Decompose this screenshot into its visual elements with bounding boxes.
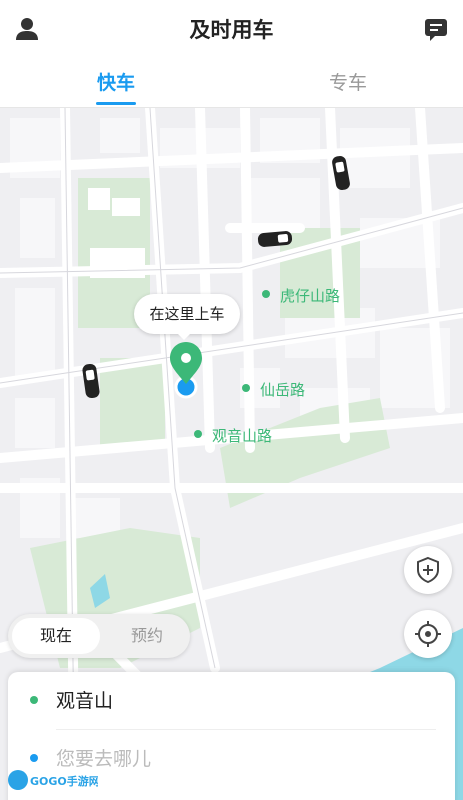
watermark-logo: GOGO手游网 [6, 766, 100, 794]
safety-shield-button[interactable] [404, 546, 452, 594]
time-book-option[interactable]: 预约 [104, 618, 190, 654]
start-address: 观音山 [56, 690, 114, 712]
destination-dot-icon [30, 754, 38, 762]
locate-button[interactable] [404, 610, 452, 658]
time-now-option[interactable]: 现在 [12, 618, 100, 654]
start-address-row[interactable]: 观音山 [8, 672, 455, 728]
page-title: 及时用车 [189, 18, 274, 42]
road-label-huzaishan: 虎仔山路 [280, 287, 341, 305]
road-label-guanyinshan: 观音山路 [212, 427, 273, 445]
tab-express[interactable]: 快车 [56, 68, 176, 95]
road-marker [262, 290, 270, 298]
shield-plus-icon [417, 556, 439, 584]
crosshair-icon [415, 621, 441, 647]
ride-type-tabs: 快车 专车 [0, 56, 463, 108]
road-marker [242, 384, 250, 392]
message-icon[interactable] [421, 14, 451, 44]
pickup-bubble-tail [176, 332, 192, 340]
tab-premier[interactable]: 专车 [288, 68, 408, 95]
map-view[interactable]: 虎仔山路 仙岳路 观音山路 在这里上车 现在 预约 观音山 您要去哪儿 [0, 108, 463, 800]
road-marker [194, 430, 202, 438]
pickup-pin-icon [170, 342, 202, 399]
pickup-bubble[interactable]: 在这里上车 [134, 294, 240, 334]
start-dot-icon [30, 696, 38, 704]
time-toggle: 现在 预约 [8, 614, 190, 658]
app-header: 及时用车 [0, 0, 463, 56]
svg-text:GOGO手游网: GOGO手游网 [30, 774, 98, 788]
road-label-xianyue: 仙岳路 [260, 381, 306, 399]
active-tab-indicator [96, 102, 136, 105]
